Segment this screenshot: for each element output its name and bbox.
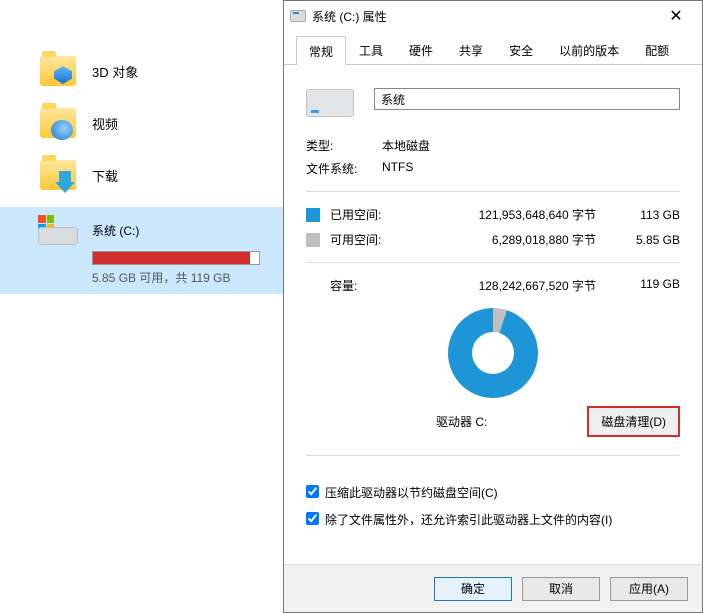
drive-icon <box>290 10 306 22</box>
used-space-bytes: 121,953,648,640 字节 <box>416 206 622 223</box>
free-space-bytes: 6,289,018,880 字节 <box>416 231 622 248</box>
tab-quota[interactable]: 配额 <box>632 35 682 64</box>
compress-label: 压缩此驱动器以节约磁盘空间(C) <box>325 484 498 501</box>
titlebar[interactable]: 系统 (C:) 属性 ✕ <box>284 1 702 31</box>
drive-name-input[interactable] <box>374 88 680 110</box>
drive-subtext: 5.85 GB 可用，共 119 GB <box>92 269 283 286</box>
type-label: 类型: <box>306 137 382 154</box>
folder-3d-icon <box>38 51 78 91</box>
dialog-title: 系统 (C:) 属性 <box>312 8 656 25</box>
ok-button[interactable]: 确定 <box>434 577 512 601</box>
index-checkbox-input[interactable] <box>306 512 319 525</box>
usage-pie-chart <box>448 308 538 398</box>
compress-drive-checkbox[interactable]: 压缩此驱动器以节约磁盘空间(C) <box>306 484 680 501</box>
sidebar-item-label: 下载 <box>92 166 118 185</box>
filesystem-label: 文件系统: <box>306 160 382 177</box>
drive-label: 系统 (C:) <box>92 222 139 239</box>
tab-previous-versions[interactable]: 以前的版本 <box>546 35 632 64</box>
capacity-gb: 119 GB <box>622 277 680 294</box>
dialog-footer: 确定 取消 应用(A) <box>284 564 702 612</box>
disk-cleanup-button[interactable]: 磁盘清理(D) <box>587 406 680 437</box>
used-space-gb: 113 GB <box>622 208 680 222</box>
used-color-swatch <box>306 208 320 222</box>
apply-button[interactable]: 应用(A) <box>610 577 688 601</box>
drive-c-icon <box>38 215 78 245</box>
close-button[interactable]: ✕ <box>656 2 696 30</box>
tab-general[interactable]: 常规 <box>296 36 346 65</box>
tab-sharing[interactable]: 共享 <box>446 35 496 64</box>
sidebar-item-label: 视频 <box>92 114 118 133</box>
tab-content: 类型: 本地磁盘 文件系统: NTFS 已用空间: 121,953,648,64… <box>284 65 702 564</box>
tab-strip: 常规 工具 硬件 共享 安全 以前的版本 配额 <box>284 35 702 65</box>
compress-checkbox-input[interactable] <box>306 485 319 498</box>
sidebar-item-downloads[interactable]: 下载 <box>0 149 283 201</box>
tab-tools[interactable]: 工具 <box>346 35 396 64</box>
free-color-swatch <box>306 233 320 247</box>
sidebar-item-drive-c[interactable]: 系统 (C:) 5.85 GB 可用，共 119 GB <box>0 207 283 294</box>
used-space-label: 已用空间: <box>330 206 416 223</box>
folder-video-icon <box>38 103 78 143</box>
folder-download-icon <box>38 155 78 195</box>
index-label: 除了文件属性外，还允许索引此驱动器上文件的内容(I) <box>325 511 612 528</box>
drive-usage-bar <box>92 251 260 265</box>
type-value: 本地磁盘 <box>382 137 430 154</box>
sidebar-item-label: 3D 对象 <box>92 62 138 81</box>
capacity-bytes: 128,242,667,520 字节 <box>416 277 622 294</box>
properties-dialog: 系统 (C:) 属性 ✕ 常规 工具 硬件 共享 安全 以前的版本 配额 类型:… <box>283 0 703 613</box>
sidebar-item-videos[interactable]: 视频 <box>0 97 283 149</box>
explorer-sidebar: 3D 对象 视频 下载 系统 (C:) 5.85 GB 可用，共 119 GB <box>0 0 283 613</box>
drive-letter-label: 驱动器 C: <box>306 413 487 430</box>
free-space-label: 可用空间: <box>330 231 416 248</box>
tab-security[interactable]: 安全 <box>496 35 546 64</box>
cancel-button[interactable]: 取消 <box>522 577 600 601</box>
capacity-label: 容量: <box>306 277 416 294</box>
free-space-gb: 5.85 GB <box>622 233 680 247</box>
sidebar-item-3d-objects[interactable]: 3D 对象 <box>0 45 283 97</box>
drive-large-icon <box>306 81 354 117</box>
index-drive-checkbox[interactable]: 除了文件属性外，还允许索引此驱动器上文件的内容(I) <box>306 511 680 528</box>
tab-hardware[interactable]: 硬件 <box>396 35 446 64</box>
filesystem-value: NTFS <box>382 160 413 177</box>
